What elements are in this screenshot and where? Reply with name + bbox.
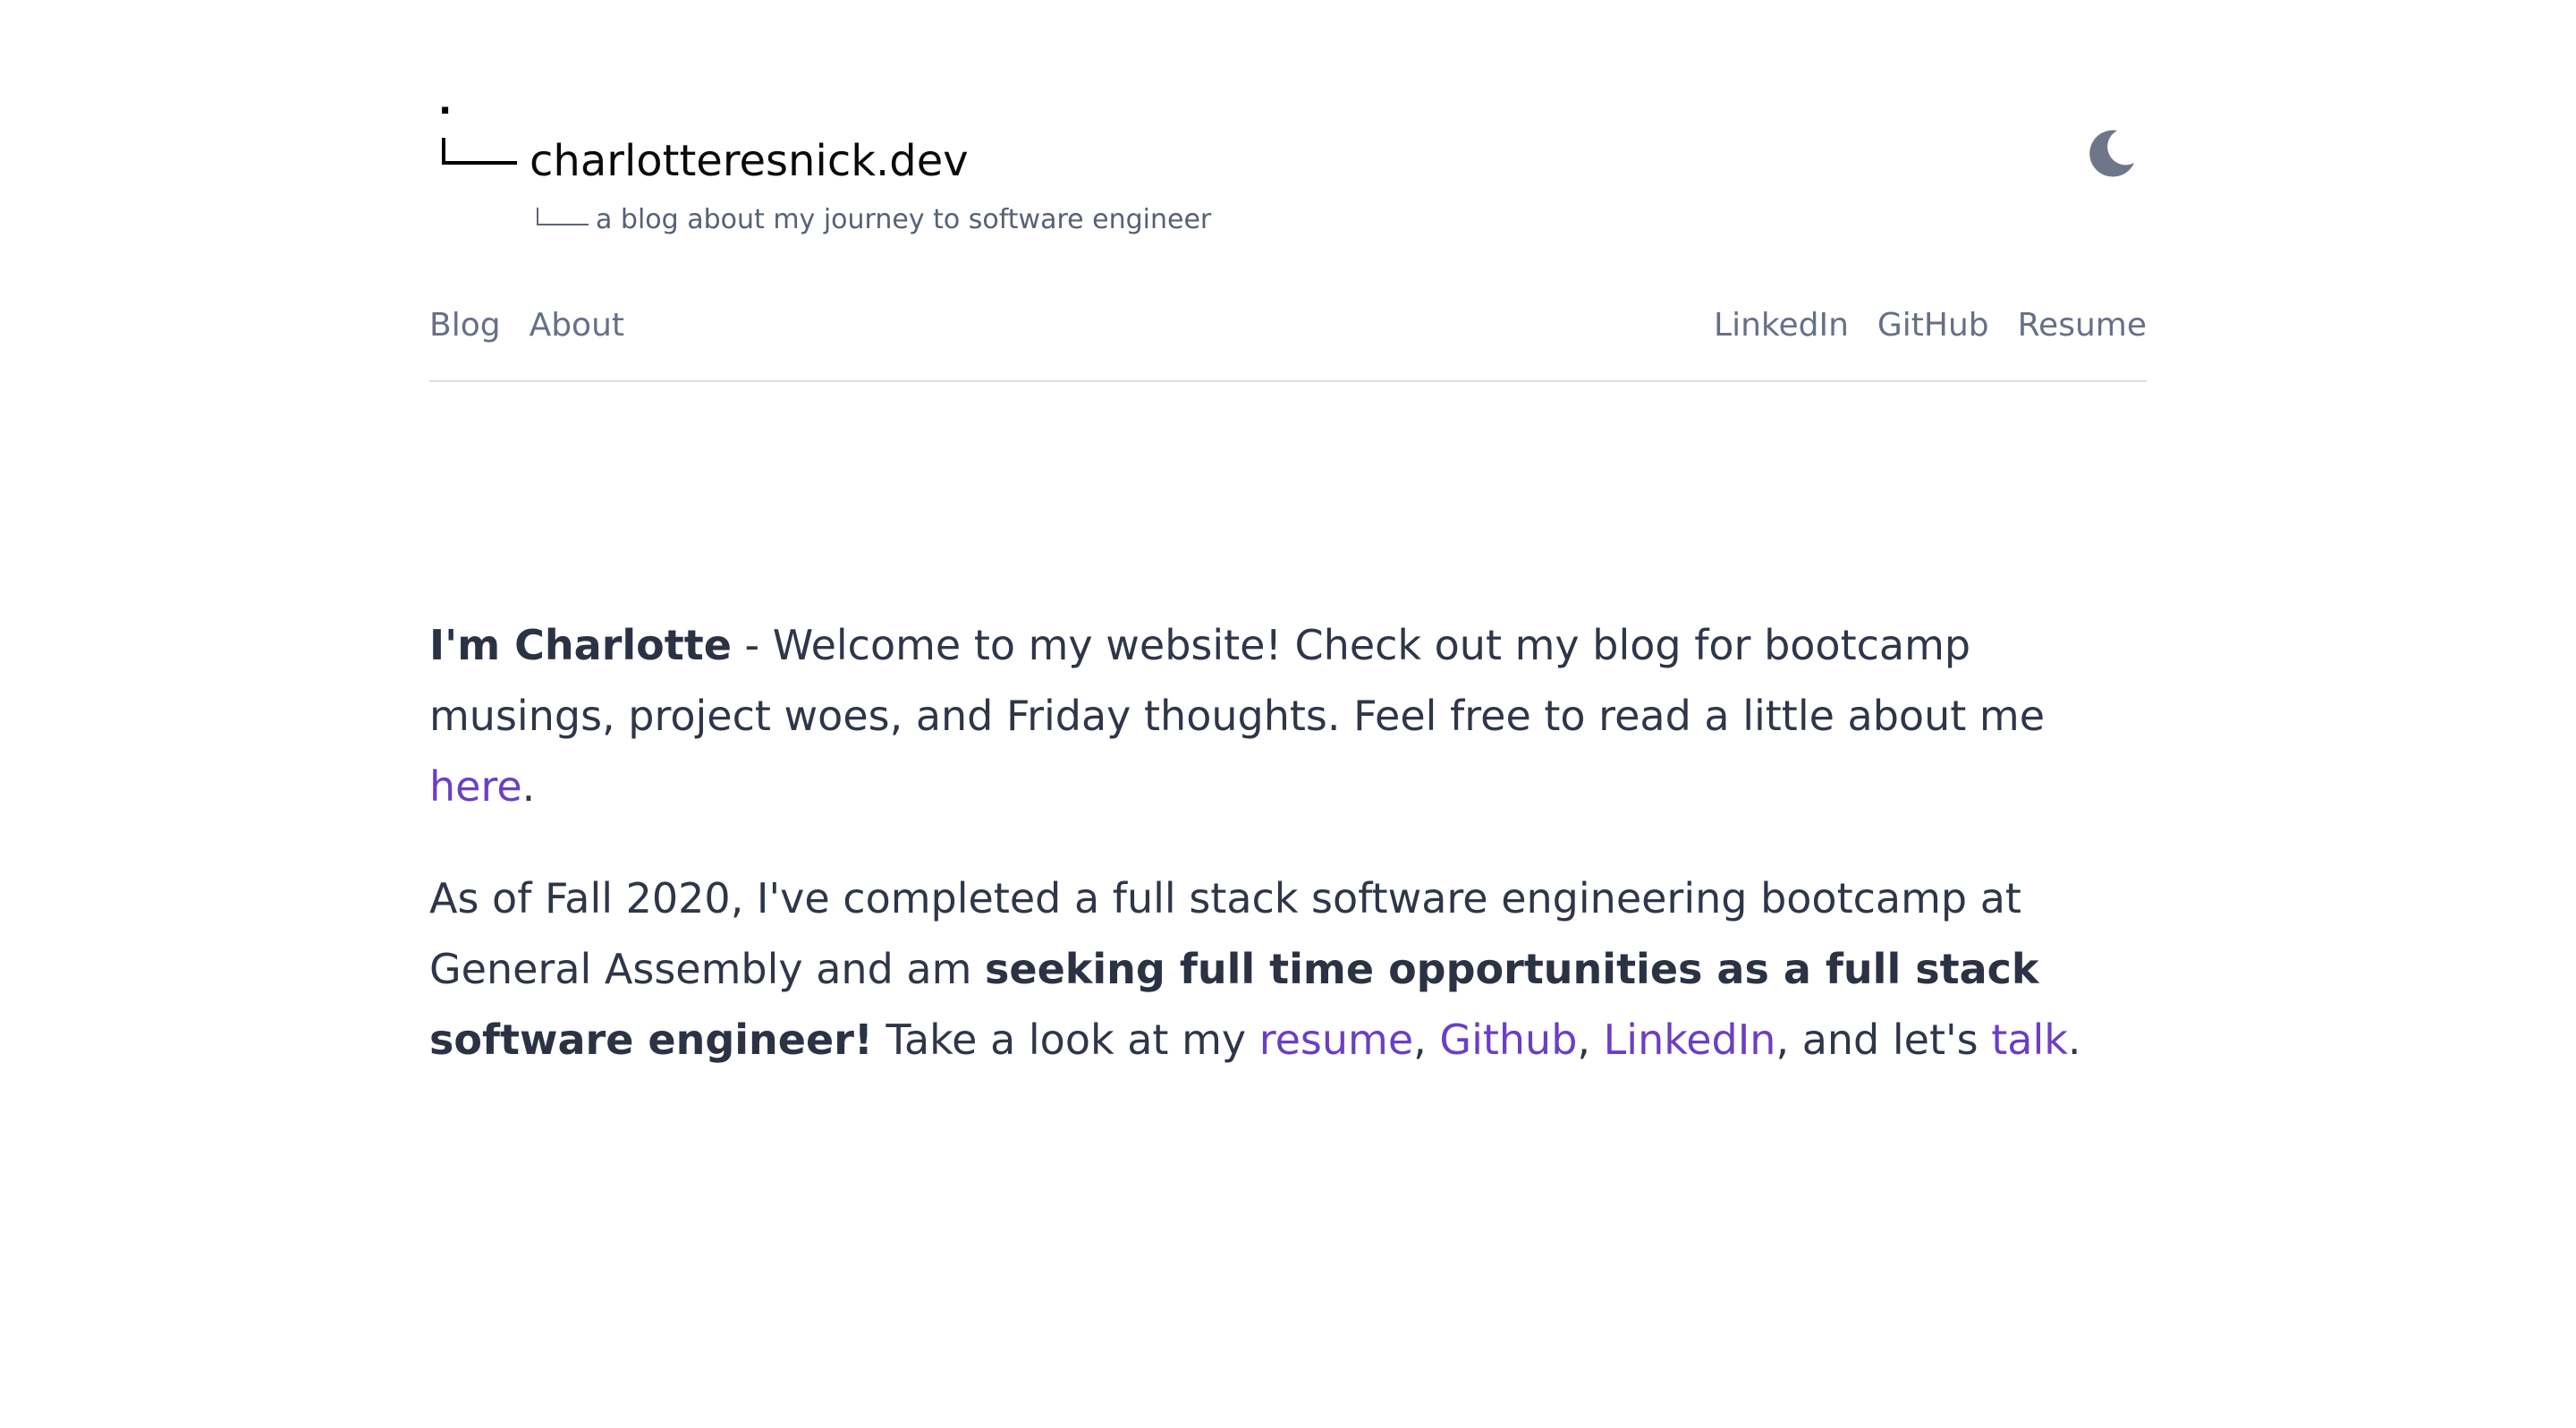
resume-link[interactable]: resume [1259, 1016, 1413, 1064]
status-text-3: , and let's [1775, 1016, 1992, 1064]
nav-link-github[interactable]: GitHub [1877, 299, 1989, 353]
talk-link[interactable]: talk [1991, 1016, 2068, 1064]
status-text-2: Take a look at my [872, 1016, 1259, 1064]
main-nav: Blog About LinkedIn GitHub Resume [429, 299, 2147, 353]
nav-link-linkedin[interactable]: LinkedIn [1714, 299, 1849, 353]
moon-icon [2080, 122, 2141, 183]
intro-end: . [521, 762, 536, 811]
tree-root-dot: . [438, 81, 453, 123]
nav-divider [429, 380, 2147, 382]
nav-link-resume[interactable]: Resume [2018, 299, 2147, 353]
status-paragraph: As of Fall 2020, I've completed a full s… [429, 863, 2147, 1075]
main-content: I'm Charlotte - Welcome to my website! C… [429, 610, 2147, 1117]
tree-sub-branch-icon [537, 208, 589, 225]
github-link[interactable]: Github [1439, 1016, 1577, 1064]
nav-link-blog[interactable]: Blog [429, 299, 501, 353]
intro-paragraph: I'm Charlotte - Welcome to my website! C… [429, 610, 2147, 822]
separator-1: , [1413, 1016, 1440, 1064]
separator-2: , [1577, 1016, 1604, 1064]
theme-toggle-button[interactable] [2080, 122, 2141, 183]
nav-left-group: Blog About [429, 299, 624, 353]
page: . charlotteresnick.dev a blog about my j… [0, 0, 2576, 1428]
tree-branch-icon [442, 138, 517, 165]
intro-name: I'm Charlotte [429, 621, 732, 669]
site-title-link[interactable]: charlotteresnick.dev [530, 134, 969, 188]
nav-link-about[interactable]: About [530, 299, 624, 353]
linkedin-link[interactable]: LinkedIn [1604, 1016, 1776, 1064]
about-here-link[interactable]: here [429, 762, 522, 811]
site-tagline: a blog about my journey to software engi… [596, 204, 1212, 235]
status-end: . [2067, 1016, 2081, 1064]
nav-right-group: LinkedIn GitHub Resume [1714, 299, 2147, 353]
